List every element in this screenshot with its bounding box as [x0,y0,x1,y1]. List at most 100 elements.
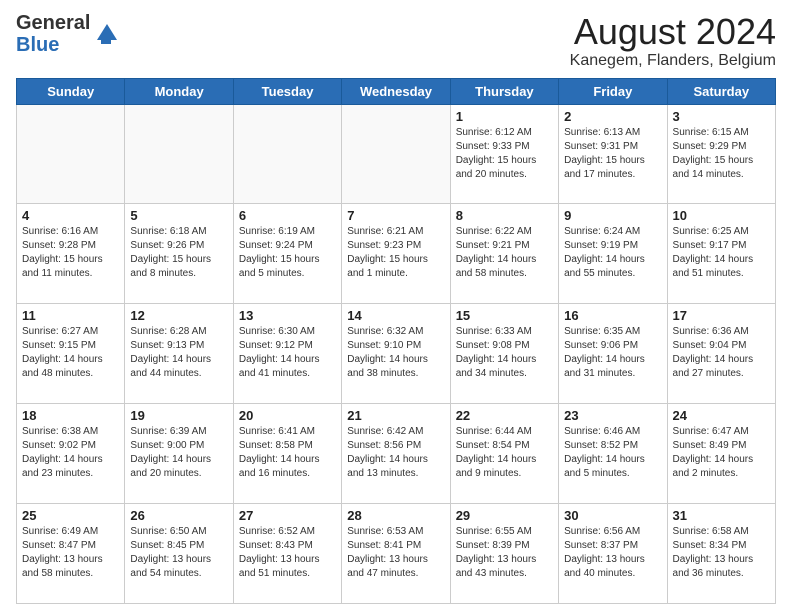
day-number: 10 [673,208,770,223]
calendar-cell-5-4: 28 Sunrise: 6:53 AM Sunset: 8:41 PM Dayli… [342,504,450,604]
calendar-cell-1-1 [17,104,125,204]
calendar-cell-2-6: 9 Sunrise: 6:24 AM Sunset: 9:19 PM Daylig… [559,204,667,304]
col-monday: Monday [125,78,233,104]
calendar-cell-3-6: 16 Sunrise: 6:35 AM Sunset: 9:06 PM Dayli… [559,304,667,404]
day-number: 5 [130,208,227,223]
day-info: Sunrise: 6:28 AM Sunset: 9:13 PM Dayligh… [130,325,227,381]
calendar-cell-4-3: 20 Sunrise: 6:41 AM Sunset: 8:58 PM Dayli… [233,404,341,504]
day-info: Sunrise: 6:25 AM Sunset: 9:17 PM Dayligh… [673,225,770,281]
day-number: 17 [673,308,770,323]
location: Kanegem, Flanders, Belgium [570,52,776,70]
day-info: Sunrise: 6:19 AM Sunset: 9:24 PM Dayligh… [239,225,336,281]
day-number: 9 [564,208,661,223]
col-wednesday: Wednesday [342,78,450,104]
day-info: Sunrise: 6:49 AM Sunset: 8:47 PM Dayligh… [22,525,119,581]
calendar-cell-5-2: 26 Sunrise: 6:50 AM Sunset: 8:45 PM Dayli… [125,504,233,604]
day-info: Sunrise: 6:58 AM Sunset: 8:34 PM Dayligh… [673,525,770,581]
calendar-cell-2-4: 7 Sunrise: 6:21 AM Sunset: 9:23 PM Daylig… [342,204,450,304]
day-number: 16 [564,308,661,323]
calendar-week-2: 4 Sunrise: 6:16 AM Sunset: 9:28 PM Daylig… [17,204,776,304]
day-number: 27 [239,508,336,523]
logo-text: General Blue [16,12,90,56]
calendar-cell-4-7: 24Sunrise: 6:47 AM Sunset: 8:49 PM Dayli… [667,404,775,504]
day-number: 19 [130,408,227,423]
month-year: August 2024 [570,12,776,52]
day-info: Sunrise: 6:12 AM Sunset: 9:33 PM Dayligh… [456,126,553,182]
day-number: 30 [564,508,661,523]
calendar-cell-4-4: 21Sunrise: 6:42 AM Sunset: 8:56 PM Dayli… [342,404,450,504]
col-tuesday: Tuesday [233,78,341,104]
day-number: 2 [564,109,661,124]
day-number: 29 [456,508,553,523]
day-number: 3 [673,109,770,124]
day-number: 22 [456,408,553,423]
day-number: 8 [456,208,553,223]
logo-icon [93,20,121,48]
day-number: 13 [239,308,336,323]
day-number: 31 [673,508,770,523]
day-info: Sunrise: 6:36 AM Sunset: 9:04 PM Dayligh… [673,325,770,381]
calendar-cell-5-1: 25 Sunrise: 6:49 AM Sunset: 8:47 PM Dayli… [17,504,125,604]
day-info: Sunrise: 6:41 AM Sunset: 8:58 PM Dayligh… [239,425,336,481]
page: General Blue August 2024 Kanegem, Flande… [0,0,792,612]
day-number: 1 [456,109,553,124]
calendar-cell-4-6: 23Sunrise: 6:46 AM Sunset: 8:52 PM Dayli… [559,404,667,504]
logo: General Blue [16,12,121,56]
calendar-cell-3-5: 15 Sunrise: 6:33 AM Sunset: 9:08 PM Dayli… [450,304,558,404]
calendar-cell-4-2: 19Sunrise: 6:39 AM Sunset: 9:00 PM Dayli… [125,404,233,504]
calendar-cell-5-3: 27 Sunrise: 6:52 AM Sunset: 8:43 PM Dayli… [233,504,341,604]
day-number: 28 [347,508,444,523]
calendar-cell-1-5: 1 Sunrise: 6:12 AM Sunset: 9:33 PM Daylig… [450,104,558,204]
day-number: 18 [22,408,119,423]
day-info: Sunrise: 6:24 AM Sunset: 9:19 PM Dayligh… [564,225,661,281]
day-info: Sunrise: 6:52 AM Sunset: 8:43 PM Dayligh… [239,525,336,581]
calendar-cell-3-3: 13 Sunrise: 6:30 AM Sunset: 9:12 PM Dayli… [233,304,341,404]
calendar-cell-4-5: 22Sunrise: 6:44 AM Sunset: 8:54 PM Dayli… [450,404,558,504]
day-info: Sunrise: 6:55 AM Sunset: 8:39 PM Dayligh… [456,525,553,581]
day-info: Sunrise: 6:13 AM Sunset: 9:31 PM Dayligh… [564,126,661,182]
day-number: 12 [130,308,227,323]
logo-general: General [16,12,90,34]
col-sunday: Sunday [17,78,125,104]
day-number: 25 [22,508,119,523]
day-number: 6 [239,208,336,223]
day-info: Sunrise: 6:53 AM Sunset: 8:41 PM Dayligh… [347,525,444,581]
day-info: Sunrise: 6:50 AM Sunset: 8:45 PM Dayligh… [130,525,227,581]
day-info: Sunrise: 6:16 AM Sunset: 9:28 PM Dayligh… [22,225,119,281]
day-info: Sunrise: 6:21 AM Sunset: 9:23 PM Dayligh… [347,225,444,281]
calendar-cell-1-7: 3 Sunrise: 6:15 AM Sunset: 9:29 PM Daylig… [667,104,775,204]
day-number: 15 [456,308,553,323]
calendar-cell-2-1: 4 Sunrise: 6:16 AM Sunset: 9:28 PM Daylig… [17,204,125,304]
calendar-cell-4-1: 18 Sunrise: 6:38 AM Sunset: 9:02 PM Dayli… [17,404,125,504]
day-number: 26 [130,508,227,523]
day-number: 23 [564,408,661,423]
col-saturday: Saturday [667,78,775,104]
day-info: Sunrise: 6:47 AM Sunset: 8:49 PM Dayligh… [673,425,770,481]
calendar-cell-5-6: 30 Sunrise: 6:56 AM Sunset: 8:37 PM Dayli… [559,504,667,604]
calendar-cell-1-4 [342,104,450,204]
day-number: 14 [347,308,444,323]
day-info: Sunrise: 6:33 AM Sunset: 9:08 PM Dayligh… [456,325,553,381]
day-number: 7 [347,208,444,223]
day-info: Sunrise: 6:56 AM Sunset: 8:37 PM Dayligh… [564,525,661,581]
day-number: 20 [239,408,336,423]
col-friday: Friday [559,78,667,104]
calendar-week-5: 25 Sunrise: 6:49 AM Sunset: 8:47 PM Dayli… [17,504,776,604]
calendar-cell-1-3 [233,104,341,204]
calendar-cell-2-5: 8 Sunrise: 6:22 AM Sunset: 9:21 PM Daylig… [450,204,558,304]
calendar-header-row: Sunday Monday Tuesday Wednesday Thursday… [17,78,776,104]
day-info: Sunrise: 6:22 AM Sunset: 9:21 PM Dayligh… [456,225,553,281]
day-info: Sunrise: 6:30 AM Sunset: 9:12 PM Dayligh… [239,325,336,381]
calendar-cell-3-7: 17 Sunrise: 6:36 AM Sunset: 9:04 PM Dayli… [667,304,775,404]
day-info: Sunrise: 6:38 AM Sunset: 9:02 PM Dayligh… [22,425,119,481]
day-info: Sunrise: 6:15 AM Sunset: 9:29 PM Dayligh… [673,126,770,182]
calendar-cell-5-5: 29 Sunrise: 6:55 AM Sunset: 8:39 PM Dayli… [450,504,558,604]
day-info: Sunrise: 6:42 AM Sunset: 8:56 PM Dayligh… [347,425,444,481]
calendar-cell-1-2 [125,104,233,204]
calendar-table: Sunday Monday Tuesday Wednesday Thursday… [16,78,776,604]
day-number: 4 [22,208,119,223]
day-info: Sunrise: 6:35 AM Sunset: 9:06 PM Dayligh… [564,325,661,381]
day-info: Sunrise: 6:32 AM Sunset: 9:10 PM Dayligh… [347,325,444,381]
header: General Blue August 2024 Kanegem, Flande… [16,12,776,70]
calendar-cell-2-2: 5Sunrise: 6:18 AM Sunset: 9:26 PM Daylig… [125,204,233,304]
